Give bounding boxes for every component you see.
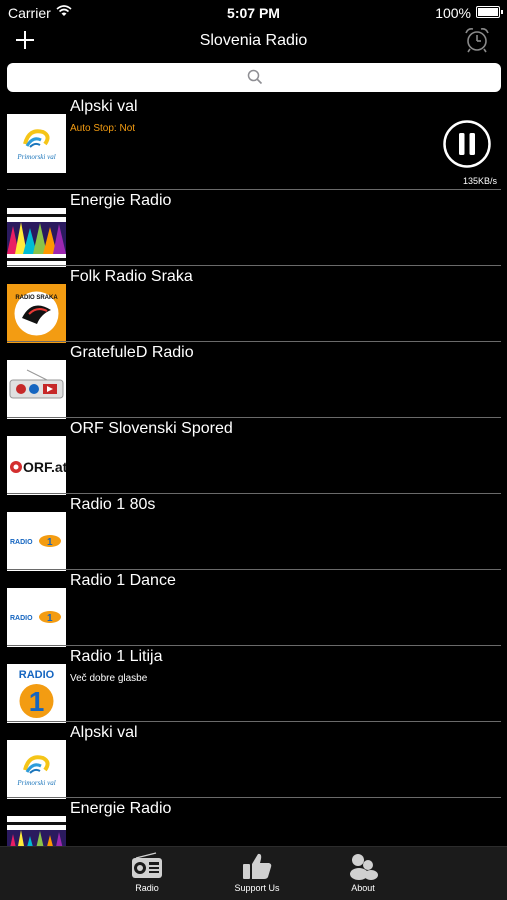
station-name: Energie Radio <box>70 800 172 817</box>
svg-text:1: 1 <box>47 537 53 548</box>
logo-text: RADIO <box>10 615 33 622</box>
tab-radio[interactable]: Radio <box>102 847 192 900</box>
svg-text:1: 1 <box>47 613 53 624</box>
svg-text:1: 1 <box>29 686 45 717</box>
search-field[interactable] <box>7 63 501 92</box>
battery-percent: 100% <box>435 5 471 21</box>
station-row[interactable]: RADIO 1 Radio 1 Dance <box>0 570 507 647</box>
station-slogan: Več dobre glasbe <box>70 673 148 684</box>
thumbs-up-icon <box>243 853 272 879</box>
battery-icon <box>476 6 503 18</box>
auto-stop-status: Auto Stop: Not <box>70 123 136 134</box>
pause-icon <box>443 120 491 168</box>
station-name: Alpski val <box>70 724 138 741</box>
station-row[interactable]: Primorski val Alpski val <box>0 722 507 799</box>
station-row[interactable]: Energie Radio <box>0 190 507 267</box>
station-name: Radio 1 80s <box>70 496 156 513</box>
logo-text: RADIO SRAKA <box>15 295 58 301</box>
alarm-clock-icon <box>465 28 489 53</box>
tab-support-us[interactable]: Support Us <box>212 847 302 900</box>
orf-logo: ORF.at <box>7 436 66 495</box>
radio-icon <box>132 852 162 878</box>
logo-text: RADIO <box>10 539 33 546</box>
primorski-val-logo: Primorski val <box>7 740 66 799</box>
clock-time: 5:07 PM <box>227 5 280 21</box>
station-name: Radio 1 Dance <box>70 572 176 589</box>
logo-text: RADIO <box>19 669 55 681</box>
about-icon <box>350 854 378 880</box>
sleep-timer-button[interactable] <box>463 26 491 54</box>
gratefuled-radio-logo <box>7 360 66 419</box>
station-row[interactable]: ORF.at ORF Slovenski Spored <box>0 418 507 495</box>
station-row[interactable]: RADIO SRAKA Folk Radio Sraka <box>0 266 507 343</box>
station-name: Folk Radio Sraka <box>70 268 193 285</box>
tab-label: Support Us <box>234 883 280 893</box>
station-row[interactable]: RADIO 1 Radio 1 80s <box>0 494 507 571</box>
stream-rate: 135KB/s <box>462 176 497 186</box>
page-title: Slovenia Radio <box>199 32 308 49</box>
station-row[interactable]: Primorski val Alpski val Auto Stop: Not … <box>0 96 507 190</box>
station-row[interactable]: Energie Radio <box>0 798 507 846</box>
radio-1-logo: RADIO 1 <box>7 512 66 571</box>
tab-label: Radio <box>135 883 159 893</box>
station-name: Alpski val <box>70 98 138 115</box>
station-list[interactable]: Primorski val Alpski val Auto Stop: Not … <box>0 96 507 846</box>
station-name: ORF Slovenski Spored <box>70 420 233 437</box>
status-bar: Carrier 5:07 PM 100% <box>0 0 507 26</box>
logo-text: Primorski val <box>16 153 55 161</box>
station-name: GratefuleD Radio <box>70 344 194 361</box>
tab-label: About <box>351 883 375 893</box>
station-row[interactable]: GratefuleD Radio <box>0 342 507 419</box>
station-name: Radio 1 Litija <box>70 648 163 665</box>
energie-radio-logo <box>7 816 66 846</box>
folk-radio-sraka-logo: RADIO SRAKA <box>7 284 66 343</box>
logo-text: ORF.at <box>23 459 66 475</box>
logo-text: Primorski val <box>16 779 55 787</box>
tab-about[interactable]: About <box>318 847 408 900</box>
station-row[interactable]: RADIO 1 Radio 1 Litija Več dobre glasbe <box>0 646 507 723</box>
primorski-val-logo: Primorski val <box>7 114 66 173</box>
radio-1-logo: RADIO 1 <box>7 588 66 647</box>
navigation-bar: Slovenia Radio <box>0 26 507 58</box>
search-icon <box>247 69 263 85</box>
pause-button[interactable] <box>443 120 491 168</box>
radio-1-big-logo: RADIO 1 <box>7 664 66 723</box>
energie-radio-logo <box>7 208 66 267</box>
tab-bar: Radio Support Us About <box>0 846 507 900</box>
station-name: Energie Radio <box>70 192 172 209</box>
